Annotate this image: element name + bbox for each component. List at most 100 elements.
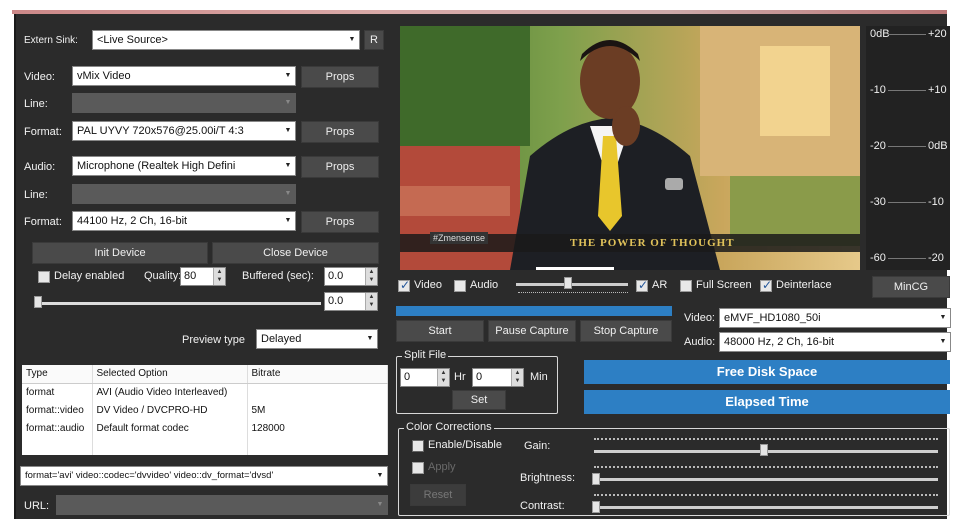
- buffered-value-2: 0.0: [328, 295, 344, 307]
- table-row-empty: [22, 437, 388, 455]
- color-reset-button[interactable]: Reset: [410, 484, 466, 506]
- delay-enabled-checkbox[interactable]: [38, 271, 50, 283]
- delay-slider-track[interactable]: [36, 302, 321, 305]
- video-format-label: Format:: [24, 126, 62, 138]
- chevron-down-icon: ▼: [936, 309, 950, 327]
- brightness-slider-track[interactable]: [594, 478, 938, 481]
- chevron-down-icon: ▼: [281, 157, 295, 175]
- table-cell: DV Video / DVCPRO-HD: [92, 401, 248, 419]
- quality-label: Quality:: [144, 270, 182, 282]
- capture-audio-label: Audio:: [684, 336, 716, 348]
- audio-line-select[interactable]: ▼: [72, 184, 296, 204]
- split-hours-spinner[interactable]: 0 ▲ ▼: [400, 368, 450, 387]
- mincg-button[interactable]: MinCG: [872, 276, 950, 298]
- external-sink-select[interactable]: <Live Source> ▼: [92, 30, 360, 50]
- lower-third-tag: #Zmensense: [430, 232, 489, 244]
- chevron-down-icon: ▼: [281, 94, 295, 112]
- audio-format-props-button[interactable]: Props: [301, 211, 379, 233]
- video-line-select[interactable]: ▼: [72, 93, 296, 113]
- volume-slider-ticks: [518, 292, 628, 295]
- split-minutes-spinner[interactable]: 0 ▲ ▼: [472, 368, 524, 387]
- delay-enabled-label: Delay enabled: [54, 270, 125, 282]
- column-header-option: Selected Option: [92, 365, 248, 384]
- capture-audio-select[interactable]: 48000 Hz, 2 Ch, 16-bit ▼: [719, 332, 951, 352]
- split-set-button[interactable]: Set: [452, 390, 506, 410]
- table-cell: 128000: [247, 419, 388, 437]
- meter-label: 0dB: [870, 28, 890, 40]
- video-preview[interactable]: #Zmensense THE POWER OF THOUGHT: [400, 26, 860, 270]
- video-format-select[interactable]: PAL UYVY 720x576@25.00i/T 4:3 ▼: [72, 121, 296, 141]
- video-props-button[interactable]: Props: [301, 66, 379, 88]
- color-apply-checkbox[interactable]: [412, 462, 424, 474]
- brightness-label: Brightness:: [520, 472, 576, 484]
- video-device-select[interactable]: vMix Video ▼: [72, 66, 296, 86]
- url-select[interactable]: ▼: [56, 495, 388, 515]
- gain-slider-thumb[interactable]: [760, 444, 768, 456]
- preview-type-select[interactable]: Delayed ▼: [256, 329, 378, 349]
- url-label: URL:: [24, 500, 50, 512]
- capture-progress-bar: [396, 306, 672, 316]
- table-cell: format: [22, 383, 93, 401]
- audio-label: Audio:: [24, 161, 56, 173]
- fullscreen-checkbox[interactable]: [680, 280, 692, 292]
- audio-device-select[interactable]: Microphone (Realtek High Defini ▼: [72, 156, 296, 176]
- color-enable-label: Enable/Disable: [428, 439, 502, 451]
- capture-video-value: eMVF_HD1080_50i: [724, 312, 821, 324]
- quality-value: 80: [184, 270, 197, 282]
- contrast-slider-track[interactable]: [594, 506, 938, 509]
- meter-line: [888, 34, 926, 35]
- audio-format-label: Format:: [24, 216, 62, 228]
- init-device-button[interactable]: Init Device: [32, 242, 208, 264]
- start-capture-button[interactable]: Start: [396, 320, 484, 342]
- ar-checkbox[interactable]: [636, 278, 648, 292]
- meter-label: -30: [870, 196, 886, 208]
- format-props-button[interactable]: Props: [301, 121, 379, 143]
- meter-label: -20: [928, 252, 944, 264]
- stop-capture-button[interactable]: Stop Capture: [580, 320, 672, 342]
- contrast-slider-ticks: [594, 494, 938, 498]
- contrast-slider-thumb[interactable]: [592, 501, 600, 513]
- table-cell: format::video: [22, 401, 93, 419]
- video-format-value: PAL UYVY 720x576@25.00i/T 4:3: [77, 125, 244, 137]
- audio-level-meter: 0dB +20 -10 +10 -20 0dB -30 -10 -60 -20: [866, 26, 950, 270]
- table-cell: AVI (Audio Video Interleaved): [92, 383, 248, 401]
- table-row[interactable]: format::audio Default format codec 12800…: [22, 419, 388, 437]
- column-header-bitrate: Bitrate: [247, 365, 388, 384]
- lower-third-title: THE POWER OF THOUGHT: [570, 237, 735, 249]
- chevron-down-icon: ▼: [363, 330, 377, 348]
- chevron-down-icon: ▼: [281, 67, 295, 85]
- brightness-slider-thumb[interactable]: [592, 473, 600, 485]
- buffered-spinner[interactable]: 0.0 ▲ ▼: [324, 267, 378, 286]
- audio-preview-label: Audio: [470, 279, 499, 291]
- volume-slider-track[interactable]: [516, 283, 628, 286]
- video-line-label: Line:: [24, 98, 48, 110]
- volume-slider-thumb[interactable]: [564, 277, 572, 289]
- deinterlace-checkbox[interactable]: [760, 278, 772, 292]
- color-enable-checkbox[interactable]: [412, 440, 424, 452]
- split-hours-value: 0: [404, 371, 411, 383]
- meter-line: [888, 146, 926, 147]
- spin-arrows-icon: ▲ ▼: [213, 268, 225, 285]
- chevron-down-icon: ▼: [345, 31, 359, 49]
- video-preview-checkbox[interactable]: [398, 278, 410, 292]
- table-row[interactable]: format AVI (Audio Video Interleaved): [22, 383, 388, 401]
- table-cell: format::audio: [22, 419, 93, 437]
- external-sink-value: <Live Source>: [97, 34, 168, 46]
- refresh-sink-button[interactable]: R: [364, 30, 384, 50]
- command-line-select[interactable]: format='avi' video::codec='dvvideo' vide…: [20, 466, 388, 486]
- close-device-button[interactable]: Close Device: [212, 242, 379, 264]
- capture-video-select[interactable]: eMVF_HD1080_50i ▼: [719, 308, 951, 328]
- fullscreen-label: Full Screen: [696, 279, 752, 291]
- meter-label: -10: [928, 196, 944, 208]
- audio-preview-checkbox[interactable]: [454, 280, 466, 292]
- quality-spinner[interactable]: 80 ▲ ▼: [180, 267, 226, 286]
- audio-format-select[interactable]: 44100 Hz, 2 Ch, 16-bit ▼: [72, 211, 296, 231]
- delay-slider-thumb[interactable]: [34, 296, 42, 308]
- audio-props-button[interactable]: Props: [301, 156, 379, 178]
- table-row[interactable]: format::video DV Video / DVCPRO-HD 5M: [22, 401, 388, 419]
- chevron-down-icon: ▼: [281, 122, 295, 140]
- buffered-spinner-2[interactable]: 0.0 ▲ ▼: [324, 292, 378, 311]
- meter-label: -10: [870, 84, 886, 96]
- pause-capture-button[interactable]: Pause Capture: [488, 320, 576, 342]
- main-panel: Extern Sink: <Live Source> ▼ R Video: vM…: [14, 14, 951, 519]
